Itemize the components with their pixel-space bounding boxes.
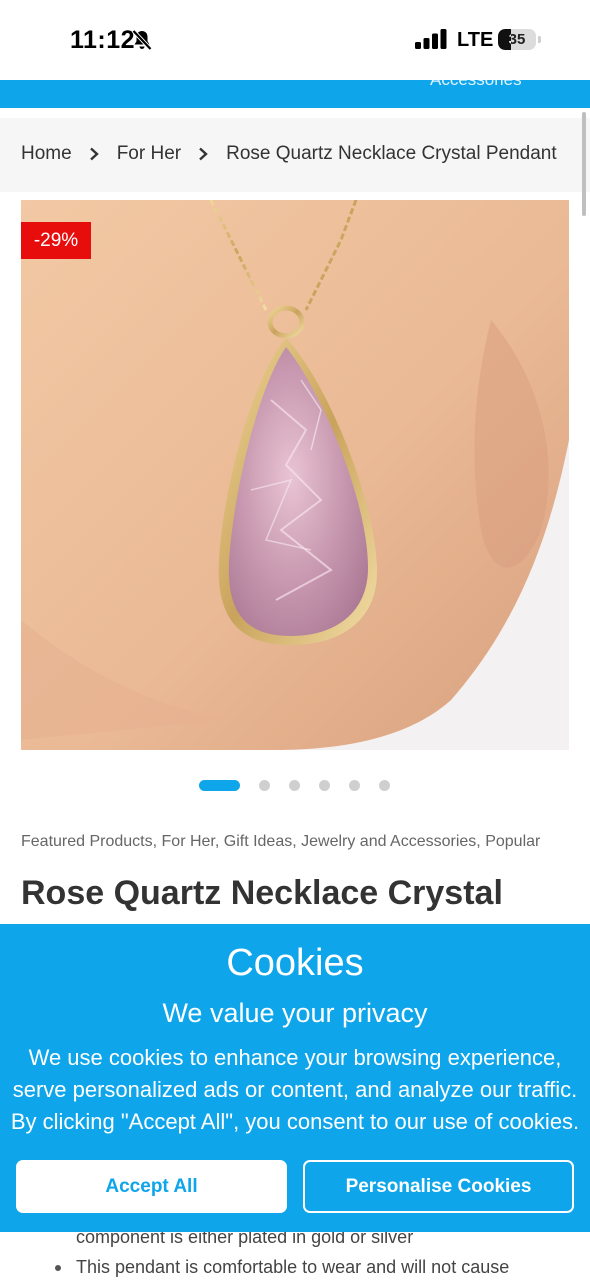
status-bar: 11:12 LTE 35 (0, 0, 590, 80)
cookie-banner: Cookies We value your privacy We use coo… (0, 924, 590, 1232)
breadcrumb-current: Rose Quartz Necklace Crystal Pendant (226, 143, 557, 164)
carousel-dot-1[interactable] (199, 780, 240, 791)
breadcrumb-for-her[interactable]: For Her (117, 143, 181, 165)
carousel-dot-6[interactable] (379, 780, 390, 791)
site-header: Accessories (0, 80, 590, 108)
product-image[interactable] (21, 200, 569, 750)
breadcrumb-home[interactable]: Home (21, 143, 72, 165)
chevron-right-icon (199, 147, 208, 161)
product-categories[interactable]: Featured Products, For Her, Gift Ideas, … (21, 833, 540, 851)
nav-link-accessories[interactable]: Accessories (430, 80, 522, 90)
carousel-dot-2[interactable] (259, 780, 270, 791)
battery-tip (538, 36, 541, 43)
cookie-body-text: We use cookies to enhance your browsing … (10, 1045, 580, 1134)
cookie-subtitle: We value your privacy (162, 998, 428, 1028)
description-item: This pendant is comfortable to wear and … (55, 1252, 575, 1280)
status-time: 11:12 (70, 26, 136, 54)
signal-icon (415, 29, 447, 49)
scrollbar[interactable] (582, 112, 586, 216)
chevron-right-icon (89, 147, 99, 161)
bell-slash-icon (132, 29, 152, 51)
battery-level-text: 35 (508, 31, 526, 48)
network-label: LTE (457, 29, 494, 51)
breadcrumb: Home For Her Rose Quartz Necklace Crysta… (21, 143, 557, 165)
discount-badge: -29% (21, 222, 91, 259)
carousel-dot-4[interactable] (319, 780, 330, 791)
battery-icon: 35 (498, 29, 536, 50)
cookie-title: Cookies (226, 942, 364, 984)
carousel-dot-3[interactable] (289, 780, 300, 791)
personalise-cookies-button[interactable]: Personalise Cookies (303, 1160, 574, 1213)
carousel-dot-5[interactable] (349, 780, 360, 791)
accept-all-button[interactable]: Accept All (16, 1160, 287, 1213)
